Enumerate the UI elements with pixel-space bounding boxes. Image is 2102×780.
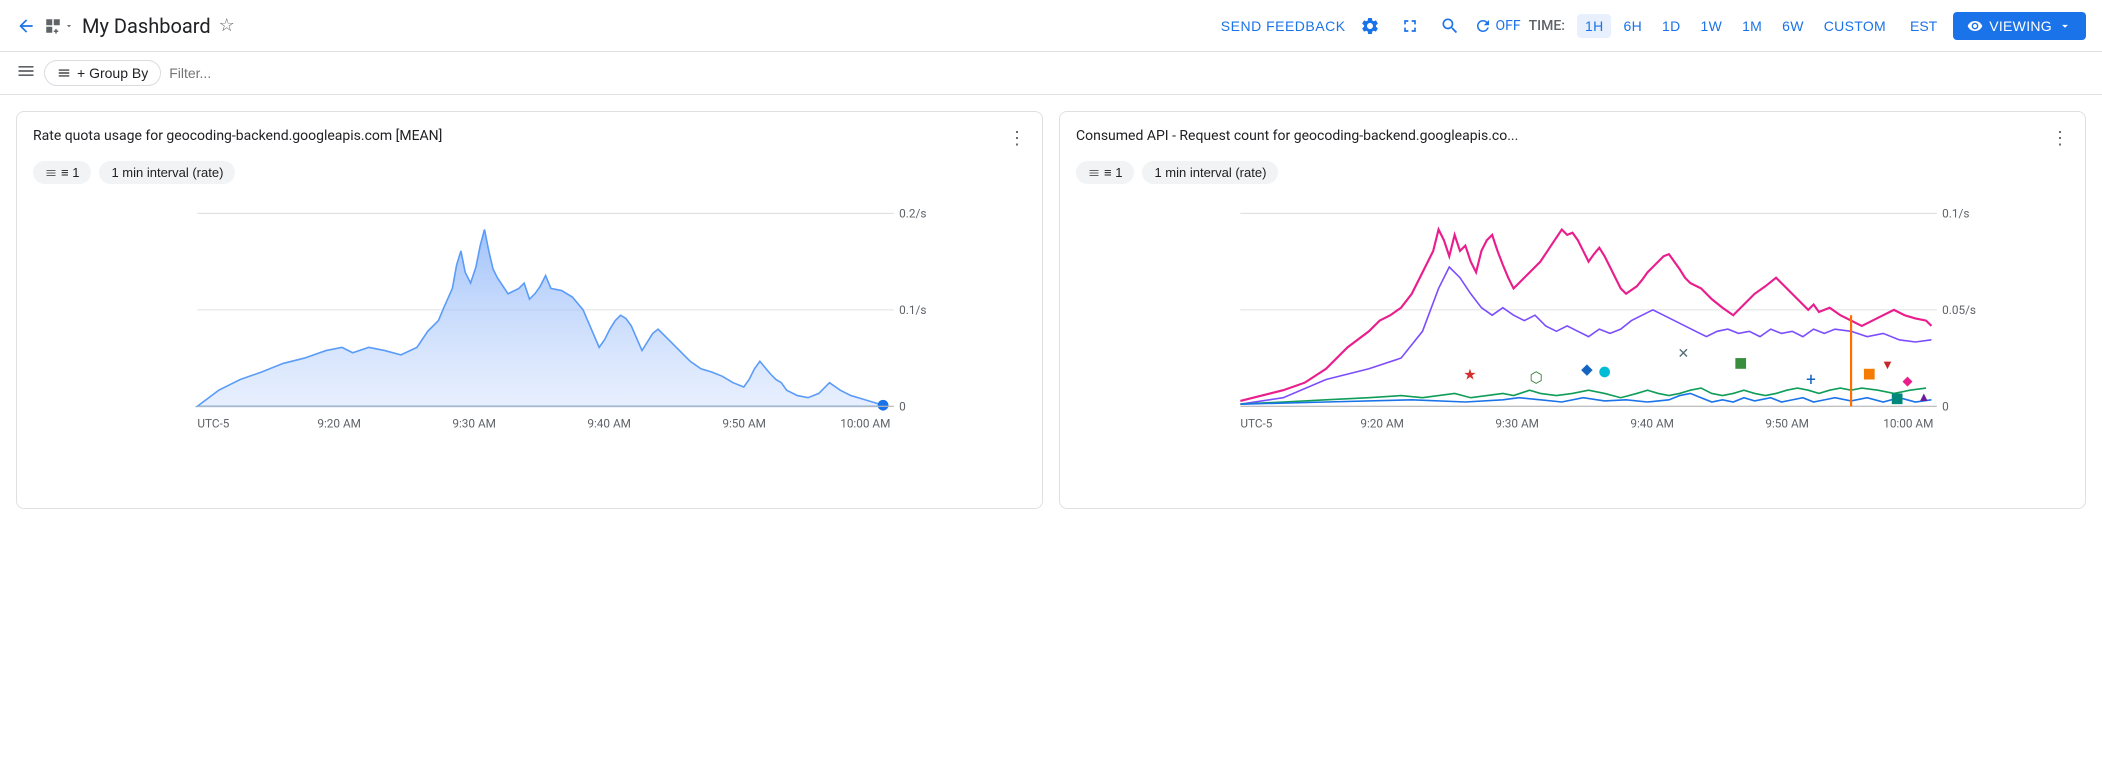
- card-chips-1: ≡ 1 1 min interval (rate): [33, 161, 1026, 184]
- back-button[interactable]: [16, 16, 36, 36]
- viewing-label: VIEWING: [1989, 18, 2052, 34]
- header-center: SEND FEEDBACK OFF TIME: 1H 6H 1D 1W 1M 6…: [1221, 10, 2086, 42]
- toolbar: + Group By: [0, 52, 2102, 95]
- marker-blue-diamond: ◆: [1581, 360, 1593, 378]
- time-custom-button[interactable]: CUSTOM: [1816, 14, 1894, 38]
- y-label-min-1: 0: [899, 400, 906, 414]
- card-header-2: Consumed API - Request count for geocodi…: [1076, 128, 2069, 149]
- page-title: My Dashboard: [82, 14, 211, 38]
- chart-1-filter-chip[interactable]: ≡ 1: [33, 161, 91, 184]
- chart-1-area: 0.2/s 0.1/s 0 UTC-5 9:20 AM: [33, 192, 1026, 492]
- star-icon[interactable]: ☆: [219, 15, 235, 36]
- chart-2-filter-chip[interactable]: ≡ 1: [1076, 161, 1134, 184]
- timezone-button[interactable]: EST: [1902, 14, 1945, 38]
- x-label-5-2: 10:00 AM: [1883, 417, 1933, 431]
- x-label-2-1: 9:30 AM: [452, 417, 496, 431]
- y-label-max-1: 0.2/s: [899, 207, 926, 221]
- header: My Dashboard ☆ SEND FEEDBACK OFF TIME: 1…: [0, 0, 2102, 52]
- chart-1-title: Rate quota usage for geocoding-backend.g…: [33, 128, 442, 144]
- chip-1-interval: 1 min interval (rate): [111, 165, 223, 180]
- time-label: TIME:: [1529, 18, 1565, 34]
- y-label-mid-2: 0.05/s: [1942, 303, 1976, 317]
- marker-red-star: ★: [1463, 366, 1476, 384]
- marker-gray-x: ✕: [1678, 346, 1690, 362]
- y-label-mid-1: 0.1/s: [899, 303, 926, 317]
- chip-2-interval: 1 min interval (rate): [1154, 165, 1266, 180]
- x-label-4-2: 9:50 AM: [1765, 417, 1809, 431]
- x-label-4-1: 9:50 AM: [722, 417, 766, 431]
- main-content: Rate quota usage for geocoding-backend.g…: [0, 95, 2102, 525]
- hamburger-icon[interactable]: [16, 61, 36, 86]
- x-label-0-1: UTC-5: [197, 417, 229, 431]
- marker-purple-triangle: ▲: [1918, 390, 1931, 405]
- search-button[interactable]: [1434, 10, 1466, 42]
- x-label-0-2: UTC-5: [1240, 417, 1272, 431]
- chart-2-interval-chip[interactable]: 1 min interval (rate): [1142, 161, 1278, 184]
- chip-2-label: ≡ 1: [1104, 165, 1122, 180]
- x-label-3-2: 9:40 AM: [1630, 417, 1674, 431]
- x-label-1-1: 9:20 AM: [317, 417, 361, 431]
- marker-blue-plus: +: [1806, 370, 1816, 390]
- chart-card-1: Rate quota usage for geocoding-backend.g…: [16, 111, 1043, 509]
- marker-orange-square: [1864, 369, 1875, 380]
- card-header-1: Rate quota usage for geocoding-backend.g…: [33, 128, 1026, 149]
- x-label-1-2: 9:20 AM: [1360, 417, 1404, 431]
- time-1d-button[interactable]: 1D: [1654, 14, 1689, 38]
- marker-pink-diamond: ◆: [1903, 374, 1913, 389]
- group-by-button[interactable]: + Group By: [44, 60, 161, 86]
- time-6w-button[interactable]: 6W: [1774, 14, 1812, 38]
- filter-input[interactable]: [169, 65, 2086, 81]
- line-purple: [1240, 267, 1931, 404]
- x-label-2-2: 9:30 AM: [1495, 417, 1539, 431]
- x-label-3-1: 9:40 AM: [587, 417, 631, 431]
- marker-teal-square: [1892, 393, 1903, 404]
- group-by-label: + Group By: [77, 65, 148, 81]
- marker-red-triangle: ▼: [1881, 358, 1894, 373]
- chart-2-title: Consumed API - Request count for geocodi…: [1076, 128, 1518, 144]
- marker-green-square: [1735, 358, 1746, 369]
- y-label-max-2: 0.1/s: [1942, 207, 1969, 221]
- refresh-label: OFF: [1496, 18, 1521, 34]
- y-label-min-2: 0: [1942, 400, 1949, 414]
- x-label-5-1: 10:00 AM: [840, 417, 890, 431]
- settings-button[interactable]: [1354, 10, 1386, 42]
- chart-1-endpoint: [878, 400, 889, 411]
- chart-2-svg: 0.1/s 0.05/s 0 ★ ⬡: [1076, 192, 2069, 492]
- chart-1-menu-button[interactable]: ⋮: [1008, 128, 1026, 149]
- marker-green-hex: ⬡: [1530, 369, 1543, 387]
- header-left: My Dashboard ☆: [16, 14, 1213, 38]
- card-chips-2: ≡ 1 1 min interval (rate): [1076, 161, 2069, 184]
- fullscreen-button[interactable]: [1394, 10, 1426, 42]
- chart-2-area: 0.1/s 0.05/s 0 ★ ⬡: [1076, 192, 2069, 492]
- chart-1-interval-chip[interactable]: 1 min interval (rate): [99, 161, 235, 184]
- dashboard-icon-button[interactable]: [44, 17, 74, 35]
- send-feedback-button[interactable]: SEND FEEDBACK: [1221, 18, 1346, 34]
- chip-1-label: ≡ 1: [61, 165, 79, 180]
- time-1w-button[interactable]: 1W: [1692, 14, 1730, 38]
- time-6h-button[interactable]: 6H: [1615, 14, 1650, 38]
- chart-card-2: Consumed API - Request count for geocodi…: [1059, 111, 2086, 509]
- time-group: 1H 6H 1D 1W 1M 6W CUSTOM: [1577, 14, 1894, 38]
- time-1h-button[interactable]: 1H: [1577, 14, 1612, 38]
- chart-1-svg: 0.2/s 0.1/s 0 UTC-5 9:20 AM: [33, 192, 1026, 492]
- time-1m-button[interactable]: 1M: [1734, 14, 1770, 38]
- chart-2-menu-button[interactable]: ⋮: [2051, 128, 2069, 149]
- refresh-group[interactable]: OFF: [1474, 17, 1521, 35]
- viewing-button[interactable]: VIEWING: [1953, 12, 2086, 40]
- marker-cyan: [1599, 367, 1610, 378]
